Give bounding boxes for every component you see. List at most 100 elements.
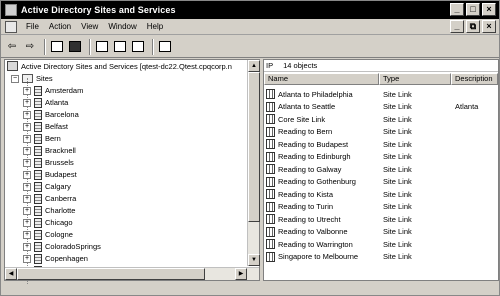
child-restore-button[interactable]: ⧉ [466,20,480,33]
scroll-up-icon[interactable]: ▲ [248,60,260,72]
column-header-name[interactable]: Name [264,73,379,85]
site-icon [34,169,42,180]
menu-file[interactable]: File [21,22,44,31]
expand-icon[interactable]: + [23,122,31,131]
list-item[interactable]: Reading to Edinburgh Site Link [264,151,498,163]
expand-icon[interactable]: + [23,218,31,227]
site-icon [34,109,42,120]
tree-item-site[interactable]: + Belfast [23,121,68,132]
list-item[interactable]: Reading to Warrington Site Link [264,238,498,250]
collapse-icon[interactable]: − [11,74,19,83]
expand-icon[interactable]: + [23,110,31,119]
site-link-icon [266,151,275,162]
list-item[interactable]: Reading to Budapest Site Link [264,138,498,150]
list-item[interactable]: Reading to Valbonne Site Link [264,226,498,238]
document-icon[interactable] [5,20,17,33]
tree-pane[interactable]: Active Directory Sites and Services [qte… [4,59,260,284]
help-icon[interactable] [157,39,173,55]
list-item[interactable]: Reading to Bern Site Link [264,126,498,138]
tree-vertical-scrollbar[interactable]: ▲ ▼ [247,60,260,266]
scroll-down-icon[interactable]: ▼ [248,254,260,266]
expand-icon[interactable]: + [23,194,31,203]
child-close-button[interactable]: × [482,20,496,33]
tree-item-site[interactable]: + Amsterdam [23,85,83,96]
site-icon [34,85,42,96]
tree-item-site[interactable]: + Chicago [23,217,73,228]
export-list-icon[interactable] [130,39,146,55]
scroll-thumb[interactable] [17,268,205,280]
list-item[interactable]: Reading to Utrecht Site Link [264,213,498,225]
site-link-icon [266,176,275,187]
forward-icon[interactable]: ⇨ [22,39,38,55]
properties-icon[interactable] [94,39,110,55]
expand-icon[interactable]: + [23,158,31,167]
menu-action[interactable]: Action [44,22,76,31]
list-item[interactable]: Core Site Link Site Link [264,113,498,125]
maximize-button[interactable]: □ [466,3,480,16]
site-icon [34,97,42,108]
details-pane[interactable]: IP 14 objects Name Type Description Atla… [263,59,499,281]
tree-item-site[interactable]: + Barcelona [23,109,79,120]
back-icon[interactable]: ⇦ [4,39,20,55]
expand-icon[interactable]: + [23,86,31,95]
column-header-type[interactable]: Type [379,73,451,85]
site-icon [34,157,42,168]
expand-icon[interactable]: + [23,230,31,239]
tree-item-site[interactable]: + Bracknell [23,145,76,156]
expand-icon[interactable]: + [23,182,31,191]
menu-window[interactable]: Window [103,22,141,31]
tree-item-site[interactable]: + Bern [23,133,61,144]
list-item[interactable]: Reading to Gothenburg Site Link [264,176,498,188]
expand-icon[interactable]: + [23,170,31,179]
expand-icon[interactable]: + [23,134,31,143]
title-bar: Active Directory Sites and Services _ □ … [1,1,499,19]
tree-item-site[interactable]: + Cologne [23,229,73,240]
scroll-thumb[interactable] [248,72,260,222]
list-item-description: Atlanta [455,102,479,111]
tree-item-site[interactable]: + Budapest [23,169,77,180]
refresh-icon[interactable] [112,39,128,55]
minimize-button[interactable]: _ [450,3,464,16]
menu-window-label: Window [108,22,137,31]
tree-root[interactable]: Active Directory Sites and Services [qte… [7,60,255,72]
list-item[interactable]: Atlanta to Philadelphia Site Link [264,88,498,100]
tree-item-site[interactable]: + Brussels [23,157,74,168]
list-item[interactable]: Reading to Kista Site Link [264,188,498,200]
tree-item-site[interactable]: + Atlanta [23,97,68,108]
column-header-description[interactable]: Description [451,73,498,85]
list-item-name: Reading to Kista [278,189,334,199]
expand-icon[interactable]: + [23,242,31,251]
tree-item-sites[interactable]: − Sites [11,73,53,84]
tree-item-site[interactable]: + Copenhagen [23,253,88,264]
toolbar: ⇦ ⇨ [1,36,499,58]
scroll-left-icon[interactable]: ◀ [5,268,17,280]
show-hide-tree-icon[interactable] [67,39,83,55]
expand-icon[interactable]: + [23,206,31,215]
expand-icon[interactable]: + [23,146,31,155]
expand-icon[interactable]: + [23,254,31,263]
expand-icon[interactable]: + [23,98,31,107]
list-item-name: Atlanta to Seattle [278,102,336,111]
menu-view[interactable]: View [76,22,103,31]
tree-item-site[interactable]: + ColoradoSprings [23,241,101,252]
tree-item-site[interactable]: + Charlotte [23,205,75,216]
list-item[interactable]: Reading to Turin Site Link [264,201,498,213]
close-button[interactable]: × [482,3,496,16]
list-item[interactable]: Singapore to Melbourne Site Link [264,251,498,263]
site-icon [34,229,42,240]
list-item-type: Site Link [383,189,412,199]
scroll-right-icon[interactable]: ▶ [235,268,247,280]
menu-view-label: View [81,22,99,31]
site-icon [34,253,42,264]
child-minimize-button[interactable]: _ [450,20,464,33]
list-item[interactable]: Reading to Galway Site Link [264,163,498,175]
tree-item-site[interactable]: + Canberra [23,193,76,204]
tree-horizontal-scrollbar[interactable]: ◀ ▶ [5,267,259,280]
list-item-type: Site Link [383,239,412,249]
tree-item-site[interactable]: + Calgary [23,181,71,192]
site-link-icon [266,239,275,249]
menu-help[interactable]: Help [142,22,168,31]
list-item-type: Site Link [383,139,412,149]
up-one-level-icon[interactable] [49,39,65,55]
list-item[interactable]: Atlanta to Seattle Site Link Atlanta [264,101,498,113]
